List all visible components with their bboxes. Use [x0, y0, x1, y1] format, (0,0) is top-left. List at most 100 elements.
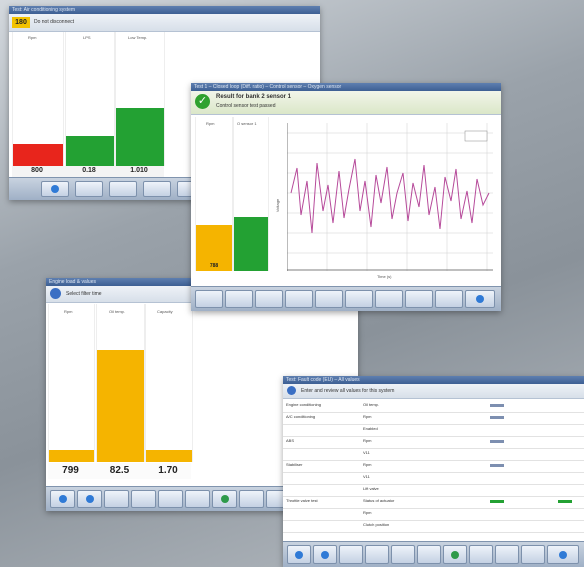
info-icon — [321, 550, 329, 559]
column-label: Low Temp. — [128, 35, 148, 40]
header-text: Enter and review all values for this sys… — [301, 388, 395, 394]
graph-icon — [220, 495, 229, 503]
back-button[interactable] — [41, 181, 69, 197]
toolbar-button[interactable] — [109, 181, 137, 197]
info-button[interactable] — [313, 545, 337, 564]
toolbar-button[interactable] — [143, 181, 171, 197]
legend-box — [464, 130, 488, 142]
yellow-bar — [49, 450, 94, 462]
toolbar-button[interactable] — [158, 490, 183, 508]
toolbar-button[interactable] — [345, 290, 373, 308]
row-name: V11 — [363, 474, 370, 479]
column-label: Rpm — [28, 35, 37, 40]
result-title: Result for bank 2 sensor 1 — [216, 94, 292, 100]
column-label: LPS — [83, 35, 91, 40]
row-name: Rpm — [363, 510, 372, 515]
graph-icon — [451, 550, 459, 559]
value-rpm: 800 — [31, 167, 43, 174]
toolbar-button[interactable] — [417, 545, 441, 564]
value-indicator — [490, 416, 504, 419]
column-rpm: Rpm 788 — [195, 117, 233, 271]
column-label: Rpm — [206, 121, 215, 126]
values-row: 799 82.5 1.70 — [48, 463, 191, 479]
column-label: Oil temp. — [109, 309, 126, 314]
value-rpm: 799 — [62, 465, 79, 476]
window-title: Test 1 – Closed loop (Diff. ratio) – Con… — [191, 83, 501, 91]
value-oil-temp: 82.5 — [109, 465, 130, 476]
row-group: Throttle valve test — [286, 498, 318, 503]
row-name: Oil temp. — [363, 402, 380, 407]
row-name: Rpm — [363, 462, 372, 467]
green-bar — [234, 217, 268, 271]
green-indicator — [490, 500, 504, 503]
toolbar-button[interactable] — [225, 290, 253, 308]
toolbar-button[interactable] — [339, 545, 363, 564]
value-low-temp: 1.010 — [130, 167, 148, 174]
home-button[interactable] — [50, 490, 75, 508]
row-group: Engine conditioning — [286, 402, 321, 407]
y-axis-label: Voltage — [275, 198, 281, 213]
info-icon — [50, 288, 61, 299]
column-label: Capacity — [157, 309, 173, 314]
values-table: Engine conditioning Oil temp. A/C condit… — [283, 400, 584, 536]
window-title: Test: Fault code (EU) – All values — [283, 376, 584, 384]
toolbar-button[interactable] — [185, 490, 210, 508]
window-header: 180 Do not disconnect — [9, 14, 320, 32]
toolbar-button[interactable] — [195, 290, 223, 308]
window-fault-code-values: Test: Fault code (EU) – All values Enter… — [283, 376, 584, 567]
green-indicator — [558, 500, 572, 503]
toolbar-button[interactable] — [365, 545, 389, 564]
window-title: Test: Air conditioning system — [9, 6, 320, 14]
row-name: V11 — [363, 450, 370, 455]
info-icon — [287, 386, 296, 395]
green-bar — [116, 108, 164, 166]
toolbar-button[interactable] — [391, 545, 415, 564]
toolbar-button[interactable] — [255, 290, 283, 308]
signal-chart — [287, 123, 493, 271]
toolbar-button[interactable] — [239, 490, 264, 508]
row-name: Enabled — [363, 426, 378, 431]
forward-button[interactable] — [547, 545, 579, 564]
forward-icon — [559, 550, 567, 559]
home-icon — [295, 550, 303, 559]
value-indicator — [490, 464, 504, 467]
graph-button[interactable] — [443, 545, 467, 564]
check-icon: ✓ — [195, 94, 210, 109]
toolbar-button[interactable] — [495, 545, 519, 564]
value-indicator — [490, 440, 504, 443]
toolbar-button[interactable] — [75, 181, 103, 197]
row-name: Rpm — [363, 438, 372, 443]
toolbar-button[interactable] — [375, 290, 403, 308]
button-bar — [283, 541, 584, 567]
yellow-bar — [146, 450, 192, 462]
table-row: Clutch position — [283, 520, 584, 533]
value-indicator — [490, 404, 504, 407]
toolbar-button[interactable] — [285, 290, 313, 308]
row-group: Stabiliser — [286, 462, 303, 467]
toolbar-button[interactable] — [469, 545, 493, 564]
forward-button[interactable] — [465, 290, 495, 308]
info-icon — [85, 495, 94, 503]
column-label: Rpm — [64, 309, 73, 314]
window-header: ✓ Result for bank 2 sensor 1 Control sen… — [191, 91, 501, 115]
status-badge: 180 — [12, 17, 30, 28]
row-group: ABS — [286, 438, 295, 443]
column-rpm: Rpm — [12, 32, 64, 166]
red-bar — [13, 144, 63, 166]
info-button[interactable] — [77, 490, 102, 508]
green-bar — [66, 136, 114, 166]
toolbar-button[interactable] — [435, 290, 463, 308]
window-oxygen-sensor: Test 1 – Closed loop (Diff. ratio) – Con… — [191, 83, 501, 311]
toolbar-button[interactable] — [521, 545, 545, 564]
toolbar-button[interactable] — [131, 490, 156, 508]
toolbar-button[interactable] — [104, 490, 129, 508]
column-lps: LPS — [65, 32, 115, 166]
row-name: Clutch position — [363, 522, 390, 527]
toolbar-button[interactable] — [315, 290, 343, 308]
home-button[interactable] — [287, 545, 311, 564]
back-icon — [51, 185, 59, 193]
values-row: 800 0.18 1.010 — [12, 166, 164, 177]
graph-button[interactable] — [212, 490, 237, 508]
row-name: Lift valve — [363, 486, 379, 491]
toolbar-button[interactable] — [405, 290, 433, 308]
